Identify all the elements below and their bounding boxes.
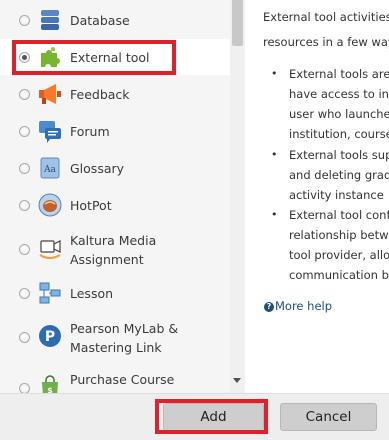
bullet-3-line-4: communication b <box>289 268 389 282</box>
module-label: Glossary <box>70 161 125 176</box>
module-option-pearson-mylab[interactable]: P Pearson MyLab & Mastering Link <box>0 312 230 362</box>
description-intro-line-1: External tool activities <box>263 10 389 24</box>
module-label: HotPot <box>70 198 112 213</box>
forum-icon <box>38 119 62 143</box>
bullet-3-line-3: tool provider, allo <box>289 248 389 262</box>
bullet-1-line-1: External tools are <box>289 67 389 81</box>
module-option-glossary[interactable]: Aa Glossary <box>0 150 230 186</box>
bullet-2-line-2: and deleting grad <box>289 168 389 182</box>
scrollbar-thumb[interactable] <box>232 0 243 46</box>
radio-database[interactable] <box>19 15 30 26</box>
module-label: Lesson <box>70 286 114 301</box>
module-option-feedback[interactable]: Feedback <box>0 76 230 112</box>
radio-hotpot[interactable] <box>19 200 30 211</box>
lesson-icon <box>38 281 62 305</box>
bullet-2-line-1: External tools sup <box>289 148 389 162</box>
svg-text:$: $ <box>47 386 53 393</box>
svg-text:Aa: Aa <box>43 165 56 175</box>
module-label: Feedback <box>70 87 130 102</box>
module-label-line-1: Kaltura Media <box>70 233 157 248</box>
radio-pearson[interactable] <box>19 332 30 343</box>
module-label: Database <box>70 13 130 28</box>
radio-lesson[interactable] <box>19 288 30 299</box>
radio-forum[interactable] <box>19 126 30 137</box>
module-label-line-1: Purchase Course <box>70 372 175 387</box>
radio-feedback[interactable] <box>19 89 30 100</box>
more-help-link[interactable]: ? More help <box>264 298 332 314</box>
bullet-1-line-2: have access to inf <box>289 87 389 101</box>
bullet-1-line-4: institution, course <box>289 127 389 141</box>
module-option-kaltura-media-assignment[interactable]: Kaltura Media Assignment <box>0 224 230 274</box>
bullet-marker-3: • <box>271 208 278 221</box>
module-option-database[interactable]: Database <box>0 2 230 38</box>
cancel-button[interactable]: Cancel <box>280 403 377 431</box>
megaphone-icon <box>38 82 62 106</box>
module-label-line-2: Mastering Link <box>70 340 162 355</box>
bullet-2-line-3: activity instance <box>289 188 384 202</box>
svg-text:P: P <box>45 329 55 345</box>
module-option-forum[interactable]: Forum <box>0 113 230 149</box>
external-tool-highlight <box>12 40 176 75</box>
help-icon: ? <box>264 301 274 312</box>
pearson-icon: P <box>38 324 62 348</box>
bullet-1-line-3: user who launche <box>289 107 389 121</box>
add-button-highlight <box>155 399 268 434</box>
shopping-bag-icon: $ <box>38 375 62 393</box>
module-label-line-1: Pearson MyLab & <box>70 321 179 336</box>
radio-glossary[interactable] <box>19 163 30 174</box>
bullet-marker-2: • <box>271 148 278 161</box>
bullet-marker-1: • <box>271 67 278 80</box>
radio-kaltura[interactable] <box>19 244 30 255</box>
hotpot-icon <box>38 193 62 217</box>
module-option-hotpot[interactable]: HotPot <box>0 187 230 223</box>
module-option-purchase-course[interactable]: $ Purchase Course M <box>0 363 230 393</box>
database-icon <box>38 8 62 32</box>
video-camera-icon <box>38 236 62 260</box>
module-option-lesson[interactable]: Lesson <box>0 275 230 311</box>
radio-purchase-course[interactable] <box>19 383 30 393</box>
glossary-icon: Aa <box>38 156 62 180</box>
more-help-label: More help <box>275 299 333 313</box>
module-list-scrollbar[interactable] <box>230 0 245 393</box>
module-label-line-2: Assignment <box>70 252 144 267</box>
description-intro-line-2: resources in a few way <box>263 35 389 49</box>
module-label: Forum <box>70 124 110 139</box>
bullet-3-line-1: External tool conf <box>289 208 389 222</box>
bullet-3-line-2: relationship betw <box>289 228 389 242</box>
scroll-down-arrow-icon[interactable] <box>233 378 241 383</box>
